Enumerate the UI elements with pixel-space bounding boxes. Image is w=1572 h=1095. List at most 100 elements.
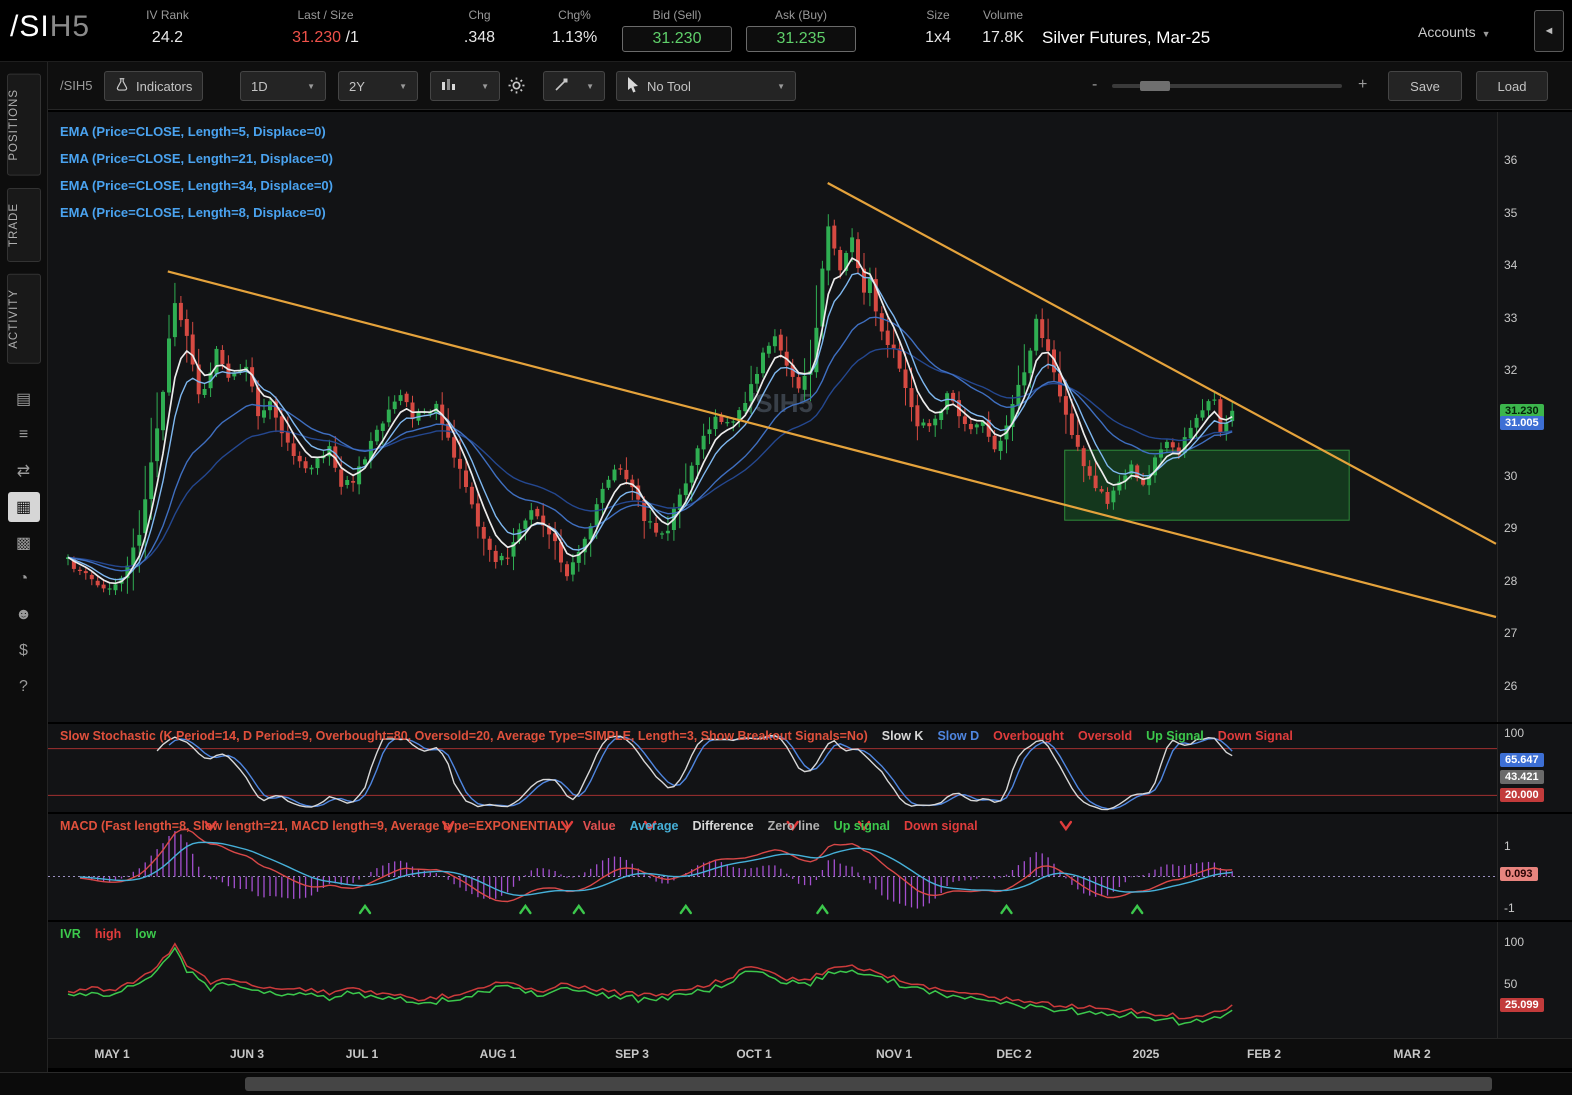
sidebar-tab-trade[interactable]: TRADE (6, 187, 41, 262)
chg-value: .348 (463, 29, 496, 46)
time-axis-label: SEP 3 (615, 1047, 649, 1061)
up-signal-arrow (519, 903, 532, 915)
range-dropdown[interactable]: 2Y ▼ (338, 71, 418, 101)
ema-label[interactable]: EMA (Price=CLOSE, Length=8, Displace=0) (60, 199, 333, 226)
price-chart-panel: /SIH5 EMA (Price=CLOSE, Length=5, Displa… (48, 112, 1572, 722)
legend-item: Value (582, 819, 616, 833)
chart-toolbar: /SIH5 Indicators 1D ▼ 2Y ▼ ▼ ▼ No Tool ▼ - (48, 62, 1572, 110)
chart-type-dropdown[interactable]: ▼ (430, 71, 500, 101)
help-icon[interactable]: ? (8, 672, 40, 702)
flask-icon (115, 77, 129, 95)
instrument-description: Silver Futures, Mar-25 (1042, 28, 1211, 47)
accounts-dropdown[interactable]: Accounts ▼ (1418, 24, 1491, 40)
sidebar-icon-rail: ▤ ≡ ⇄ ▦ ▩ ◔ ☻ $? (7, 381, 40, 705)
transfer-icon[interactable]: ⇄ (8, 456, 40, 486)
timeframe-dropdown[interactable]: 1D ▼ (240, 71, 326, 101)
horizontal-scrollbar[interactable] (0, 1072, 1572, 1095)
macd-panel: MACD (Fast length=8, Slow length=21, MAC… (48, 814, 1572, 920)
axis-tick: 50 (1504, 977, 1518, 991)
bid-button[interactable]: 31.230 (622, 26, 732, 52)
study-title[interactable]: Slow Stochastic (K Period=14, D Period=9… (60, 729, 868, 743)
last-size-value: 31.230 /1 (292, 29, 359, 46)
trendline[interactable] (167, 270, 1497, 619)
ask-button[interactable]: 31.235 (746, 26, 856, 52)
ivr-axis[interactable]: 100 50 25.099 (1497, 922, 1572, 1038)
news-icon[interactable]: ▤ (8, 384, 40, 414)
time-axis-label: AUG 1 (479, 1047, 517, 1061)
chg-pct-label: Chg% (558, 8, 591, 22)
save-button[interactable]: Save (1388, 71, 1462, 101)
chart-symbol-label: /SIH5 (60, 78, 93, 93)
left-sidebar: POSITIONS TRADE ACTIVITY ▤ ≡ ⇄ ▦ ▩ ◔ ☻ $? (0, 62, 48, 1072)
indicators-button[interactable]: Indicators (104, 71, 204, 101)
axis-tick: 33 (1504, 310, 1518, 325)
ema-labels: EMA (Price=CLOSE, Length=5, Displace=0) E… (60, 118, 333, 226)
axis-badge: 20.000 (1500, 788, 1544, 803)
legend-item: Zero line (767, 819, 820, 833)
scrollbar-thumb[interactable] (245, 1077, 1492, 1091)
ema-line-8 (67, 272, 1233, 581)
ema-label[interactable]: EMA (Price=CLOSE, Length=21, Displace=0) (60, 145, 333, 172)
sidebar-tab-positions[interactable]: POSITIONS (6, 74, 41, 176)
axis-tick: 26 (1504, 678, 1518, 693)
last-size-label: Last / Size (297, 8, 354, 22)
pencil-icon (554, 78, 568, 95)
candles-layer (66, 214, 1235, 596)
load-button[interactable]: Load (1476, 71, 1548, 101)
stochastic-panel: Slow Stochastic (K Period=14, D Period=9… (48, 724, 1572, 812)
ema-label[interactable]: EMA (Price=CLOSE, Length=34, Displace=0) (60, 172, 333, 199)
drawing-tools-dropdown[interactable]: ▼ (543, 71, 605, 101)
cash-icon[interactable]: $ (8, 636, 40, 666)
time-axis-label: MAR 2 (1393, 1047, 1431, 1061)
legend-item: low (135, 927, 157, 941)
axis-badge: 65.647 (1500, 752, 1544, 767)
zoom-slider[interactable] (1112, 81, 1342, 91)
down-signal-arrow (1059, 820, 1073, 832)
ivr-high-line (67, 942, 1233, 1020)
clock-icon[interactable]: ◔ (8, 564, 40, 594)
axis-badge: 43.421 (1500, 770, 1544, 785)
chart-icon[interactable]: ▦ (7, 492, 40, 523)
legend-item: Average (629, 819, 679, 833)
ask-label: Ask (Buy) (774, 8, 827, 22)
active-tool-dropdown[interactable]: No Tool ▼ (616, 71, 796, 101)
ema-label[interactable]: EMA (Price=CLOSE, Length=5, Displace=0) (60, 118, 333, 145)
chg-field: Chg .348 (432, 8, 527, 47)
list-icon[interactable]: ≡ (8, 420, 40, 450)
bid-label: Bid (Sell) (652, 8, 702, 22)
ivr-canvas[interactable] (48, 922, 1497, 1038)
grid-icon[interactable]: ▩ (8, 528, 40, 558)
support-zone[interactable] (1064, 449, 1350, 521)
zoom-slider-thumb[interactable] (1140, 81, 1170, 91)
up-signal-arrow (1131, 903, 1144, 915)
up-signal-arrow (358, 903, 372, 915)
symbol: /SIH5 (10, 10, 91, 43)
time-axis-label: JUL 1 (345, 1047, 379, 1061)
legend-item: Up Signal (1146, 729, 1204, 743)
time-axis[interactable]: MAY 1 JUN 3 JUL 1 AUG 1 SEP 3 OCT 1 NOV 1 DEC 2… (48, 1038, 1572, 1068)
zoom-in-button[interactable]: + (1358, 76, 1367, 94)
price-axis[interactable]: 363534333231302928272631.23031.005 (1497, 112, 1572, 722)
size-field: Size 1x4 (908, 8, 968, 47)
zoom-out-button[interactable]: - (1092, 76, 1097, 94)
up-signal-arrow (1000, 903, 1013, 915)
study-title[interactable]: MACD (Fast length=8, Slow length=21, MAC… (60, 819, 569, 833)
candlestick-chart-icon (441, 78, 457, 95)
people-icon[interactable]: ☻ (8, 600, 40, 630)
chg-label: Chg (468, 8, 491, 22)
axis-tick: 36 (1504, 152, 1518, 167)
axis-badge: 25.099 (1500, 997, 1544, 1012)
legend-item: Up signal (833, 819, 890, 833)
collapse-panel-button[interactable]: ◄ (1534, 10, 1564, 52)
gear-icon[interactable] (508, 77, 525, 99)
chevron-left-icon: ◄ (1543, 25, 1555, 37)
sidebar-tab-activity[interactable]: ACTIVITY (6, 273, 41, 364)
axis-tick: 1 (1504, 838, 1511, 853)
macd-axis[interactable]: 1 -1 0.093 (1497, 814, 1572, 920)
study-title[interactable]: IVR (60, 927, 81, 941)
axis-badge: 31.005 (1500, 415, 1544, 430)
size-value: 1x4 (925, 29, 951, 46)
stochastic-axis[interactable]: 100 65.647 43.421 20.000 (1497, 724, 1572, 812)
last-size-field: Last / Size 31.230 /1 (258, 8, 393, 47)
up-signal-arrow (679, 903, 692, 915)
